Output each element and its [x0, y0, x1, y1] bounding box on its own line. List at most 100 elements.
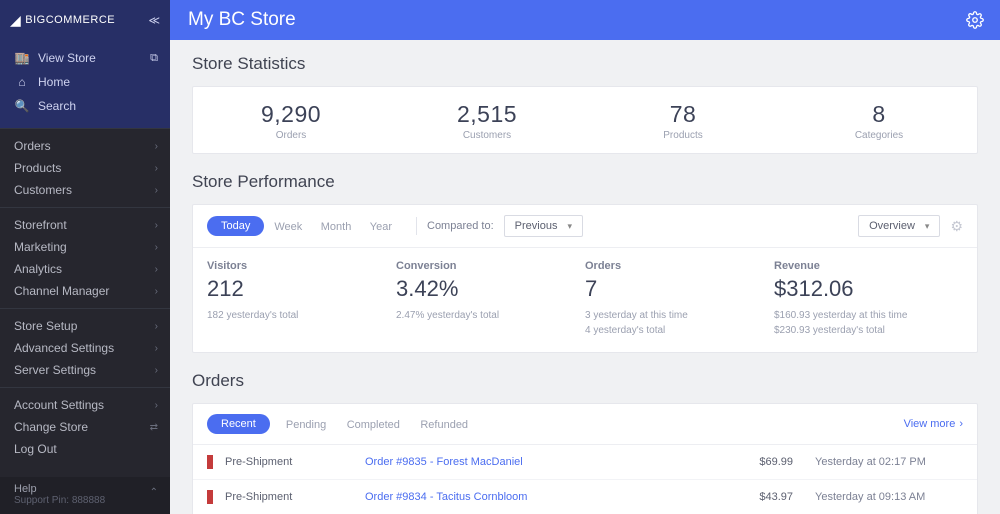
chevron-right-icon: ›: [155, 321, 158, 332]
sidebar-item-label: Server Settings: [14, 363, 96, 377]
order-when: Yesterday at 02:17 PM: [793, 456, 963, 468]
range-month[interactable]: Month: [321, 221, 352, 233]
metric-visitors: Visitors212182 yesterday's total: [207, 260, 396, 338]
main: My BC Store Store Statistics 9,290Orders…: [170, 0, 1000, 514]
stat-categories: 8 Categories: [781, 87, 977, 153]
settings-button[interactable]: [966, 11, 984, 29]
order-when: Yesterday at 09:13 AM: [793, 491, 963, 503]
order-link[interactable]: Order #9835 - Forest MacDaniel: [365, 456, 723, 468]
order-status: Pre-Shipment: [225, 456, 365, 468]
sidebar-item-label: Home: [38, 75, 70, 89]
sidebar-item-label: Orders: [14, 139, 51, 153]
sidebar-item-home[interactable]: ⌂ Home: [0, 70, 170, 94]
metric-value: 212: [207, 276, 396, 302]
range-today-pill[interactable]: Today: [207, 216, 264, 236]
sidebar-item-label: Search: [38, 99, 76, 113]
compare-dropdown[interactable]: Previous ▾: [504, 215, 583, 237]
sidebar-item-store-setup[interactable]: Store Setup ›: [0, 315, 170, 337]
metric-sub: 4 yesterday's total: [585, 323, 774, 338]
stat-value: 2,515: [389, 101, 585, 128]
sidebar-item-products[interactable]: Products›: [0, 157, 170, 179]
sidebar-item-label: Analytics: [14, 262, 62, 276]
performance-settings-icon[interactable]: ⚙: [950, 218, 963, 235]
sidebar-help[interactable]: Help Support Pin: 888888 ⌃: [0, 477, 170, 514]
sidebar-item-search[interactable]: 🔍 Search: [0, 94, 170, 118]
sidebar: ◢ BIGCOMMERCE ≪ 🏬View Store⧉⌂Home🔍Search…: [0, 0, 170, 514]
brand-logo: ◢ BIGCOMMERCE: [10, 12, 115, 29]
search-icon: 🔍: [14, 99, 30, 113]
range-options: Week Month Year: [274, 217, 406, 235]
chevron-right-icon: ›: [155, 220, 158, 231]
metric-label: Visitors: [207, 260, 396, 272]
orders-tabs: Pending Completed Refunded: [286, 415, 484, 433]
orders-toolbar: Recent Pending Completed Refunded View m…: [193, 404, 977, 445]
home-icon: ⌂: [14, 75, 30, 89]
sidebar-bottom-group: Account Settings › Change Store ⇄ Log Ou…: [0, 387, 170, 466]
stat-value: 8: [781, 101, 977, 128]
metric-orders: Orders73 yesterday at this time4 yesterd…: [585, 260, 774, 338]
orders-tab-refunded[interactable]: Refunded: [420, 419, 468, 431]
sidebar-item-account-settings[interactable]: Account Settings ›: [0, 394, 170, 416]
sidebar-item-view-store[interactable]: 🏬View Store⧉: [0, 46, 170, 70]
sidebar-item-server-settings[interactable]: Server Settings›: [0, 359, 170, 381]
orders-list: Pre-ShipmentOrder #9835 - Forest MacDani…: [193, 445, 977, 514]
sidebar-item-change-store[interactable]: Change Store ⇄: [0, 416, 170, 438]
chevron-right-icon: ›: [155, 264, 158, 275]
chevron-right-icon: ›: [155, 242, 158, 253]
sidebar-item-label: View Store: [38, 51, 96, 65]
content: Store Statistics 9,290Orders2,515Custome…: [170, 40, 1000, 514]
header: My BC Store: [170, 0, 1000, 40]
stat-value: 9,290: [193, 101, 389, 128]
separator: [416, 217, 417, 235]
sidebar-item-log-out[interactable]: Log Out: [0, 438, 170, 460]
chevron-right-icon: ›: [155, 185, 158, 196]
sidebar-item-label: Products: [14, 161, 61, 175]
sidebar-item-storefront[interactable]: Storefront›: [0, 214, 170, 236]
sidebar-item-channel-manager[interactable]: Channel Manager›: [0, 280, 170, 302]
chevron-right-icon: ›: [155, 141, 158, 152]
sidebar-item-customers[interactable]: Customers›: [0, 179, 170, 201]
metric-sub: $230.93 yesterday's total: [774, 323, 963, 338]
caret-down-icon: ▾: [567, 221, 572, 232]
performance-card: Today Week Month Year Compared to: Previ…: [192, 204, 978, 353]
logo-icon: ◢: [10, 12, 21, 29]
overview-value: Overview: [869, 220, 915, 232]
sidebar-item-label: Change Store: [14, 420, 88, 434]
overview-dropdown[interactable]: Overview ▾: [858, 215, 940, 237]
range-year[interactable]: Year: [370, 221, 392, 233]
metric-value: 7: [585, 276, 774, 302]
sidebar-item-marketing[interactable]: Marketing›: [0, 236, 170, 258]
stat-label: Products: [585, 130, 781, 141]
range-week[interactable]: Week: [274, 221, 302, 233]
stat-value: 78: [585, 101, 781, 128]
stat-label: Categories: [781, 130, 977, 141]
chevron-right-icon: ›: [155, 400, 158, 411]
order-link[interactable]: Order #9834 - Tacitus Cornbloom: [365, 491, 723, 503]
sidebar-group: Orders›Products›Customers›: [0, 128, 170, 207]
chevron-right-icon: ›: [155, 343, 158, 354]
orders-tab-completed[interactable]: Completed: [347, 419, 400, 431]
compare-value: Previous: [515, 220, 558, 232]
section-title-performance: Store Performance: [192, 172, 978, 192]
swap-icon: ⇄: [150, 422, 158, 433]
metric-sub: $160.93 yesterday at this time: [774, 308, 963, 323]
metric-sub: 3 yesterday at this time: [585, 308, 774, 323]
order-status: Pre-Shipment: [225, 491, 365, 503]
sidebar-item-advanced-settings[interactable]: Advanced Settings ›: [0, 337, 170, 359]
sidebar-item-analytics[interactable]: Analytics ›: [0, 258, 170, 280]
caret-down-icon: ▾: [925, 221, 930, 232]
orders-tab-pending[interactable]: Pending: [286, 419, 326, 431]
orders-view-more[interactable]: View more ›: [904, 418, 963, 430]
external-link-icon: ⧉: [150, 52, 158, 65]
order-price: $43.97: [723, 491, 793, 503]
sidebar-groups: Orders›Products›Customers›Storefront›Mar…: [0, 128, 170, 387]
orders-card: Recent Pending Completed Refunded View m…: [192, 403, 978, 514]
sidebar-top-nav: 🏬View Store⧉⌂Home🔍Search: [0, 40, 170, 128]
collapse-sidebar-icon[interactable]: ≪: [148, 14, 160, 27]
sidebar-item-label: Store Setup: [14, 319, 77, 333]
orders-tab-recent[interactable]: Recent: [207, 414, 270, 434]
performance-toolbar: Today Week Month Year Compared to: Previ…: [193, 205, 977, 248]
page-title: My BC Store: [188, 9, 296, 31]
sidebar-item-label: Advanced Settings: [14, 341, 114, 355]
sidebar-item-orders[interactable]: Orders ›: [0, 135, 170, 157]
